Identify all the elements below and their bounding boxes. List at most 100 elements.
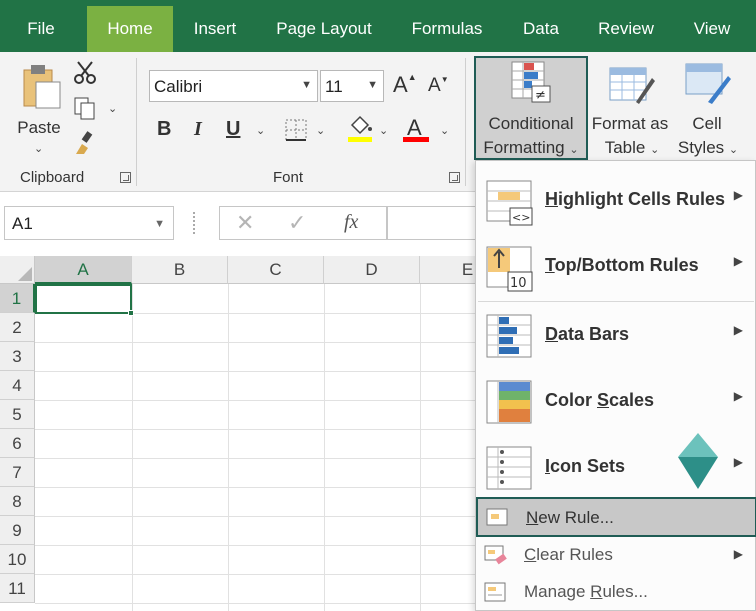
- tab-page-layout[interactable]: Page Layout: [262, 6, 386, 52]
- row-header-8[interactable]: 8: [0, 487, 35, 516]
- menu-item-label: Icon Sets: [545, 456, 626, 476]
- formula-bar-grip[interactable]: [193, 212, 197, 234]
- menu-separator: [478, 301, 754, 302]
- fill-handle[interactable]: [128, 310, 134, 316]
- underline-button[interactable]: U: [226, 118, 240, 141]
- font-size-combo[interactable]: 11 ▼: [320, 70, 384, 102]
- submenu-arrow-icon: ▶: [733, 254, 743, 268]
- tab-data[interactable]: Data: [510, 6, 572, 52]
- clear-rules-icon: [484, 545, 507, 565]
- row-header-5[interactable]: 5: [0, 400, 35, 429]
- cell-styles-icon: [685, 63, 731, 104]
- italic-button[interactable]: I: [194, 118, 202, 141]
- grow-font-label: A: [393, 72, 408, 97]
- tab-home[interactable]: Home: [87, 6, 173, 52]
- copy-icon[interactable]: [72, 95, 98, 121]
- menu-item-data-bars[interactable]: Data Bars ▶: [476, 303, 756, 369]
- menu-item-label: Clear Rules: [524, 545, 613, 564]
- submenu-arrow-icon: ▶: [733, 547, 743, 561]
- close-icon[interactable]: ✕: [236, 210, 254, 236]
- menu-item-label: Top/Bottom Rules: [545, 255, 699, 275]
- submenu-arrow-icon: ▶: [733, 188, 743, 202]
- icon-sets-icon: [486, 446, 532, 490]
- menu-item-top-bottom-rules[interactable]: 10 Top/Bottom Rules ▶: [476, 234, 756, 300]
- tab-review[interactable]: Review: [586, 6, 666, 52]
- insert-function-button[interactable]: fx: [344, 211, 358, 234]
- submenu-arrow-icon: ▶: [733, 455, 743, 469]
- underline-chevron-icon[interactable]: ⌄: [256, 124, 265, 137]
- clipboard-paste-icon: [23, 65, 61, 109]
- menu-item-new-rule[interactable]: New Rule...: [476, 497, 756, 537]
- menu-item-label: Color Scales: [545, 390, 655, 410]
- tab-file[interactable]: File: [0, 6, 82, 52]
- column-header-a[interactable]: A: [35, 256, 132, 284]
- row-header-3[interactable]: 3: [0, 342, 35, 371]
- fill-color-chevron-icon[interactable]: ⌄: [379, 124, 388, 137]
- formula-buttons: ✕ ✓ fx: [219, 206, 387, 240]
- row-header-10[interactable]: 10: [0, 545, 35, 574]
- shrink-font-label: A: [428, 75, 441, 96]
- row-header-7[interactable]: 7: [0, 458, 35, 487]
- row-header-1[interactable]: 1: [0, 284, 35, 313]
- tab-view[interactable]: View: [680, 6, 744, 52]
- row-header-11[interactable]: 11: [0, 574, 35, 603]
- select-all-button[interactable]: [0, 256, 35, 284]
- gridline: [228, 284, 229, 611]
- row-header-6[interactable]: 6: [0, 429, 35, 458]
- gridline: [420, 284, 421, 611]
- menu-item-manage-rules[interactable]: Manage Rules...: [476, 573, 756, 611]
- gridline: [132, 284, 133, 611]
- chevron-down-icon: ⌄: [34, 143, 44, 155]
- font-group-label: Font: [273, 169, 304, 186]
- font-dialog-launcher-icon[interactable]: [449, 172, 460, 183]
- column-header-b[interactable]: B: [132, 256, 228, 284]
- tab-insert[interactable]: Insert: [178, 6, 252, 52]
- group-separator: [465, 58, 466, 186]
- manage-rules-icon: [484, 582, 506, 602]
- row-header-2[interactable]: 2: [0, 313, 35, 342]
- clipboard-group-label: Clipboard: [20, 169, 85, 186]
- menu-item-highlight-cells-rules[interactable]: <> Highlight Cells Rules ▶: [476, 168, 756, 234]
- cell-styles-label-2: Styles: [677, 138, 725, 157]
- grow-font-button[interactable]: A▲: [393, 72, 417, 98]
- font-name-combo[interactable]: Calibri ▼: [149, 70, 318, 102]
- column-header-d[interactable]: D: [324, 256, 420, 284]
- menu-item-color-scales[interactable]: Color Scales ▶: [476, 369, 756, 435]
- font-size-value: 11: [325, 77, 343, 96]
- fill-color-icon[interactable]: [346, 115, 374, 145]
- font-color-swatch: [403, 137, 429, 142]
- paste-button[interactable]: Paste ⌄: [10, 58, 68, 158]
- cell-styles-button[interactable]: Styles ⌄: [674, 136, 742, 160]
- shrink-font-button[interactable]: A▼: [428, 75, 449, 97]
- font-color-chevron-icon[interactable]: ⌄: [440, 124, 449, 137]
- check-icon[interactable]: ✓: [288, 210, 306, 236]
- column-header-c[interactable]: C: [228, 256, 324, 284]
- formula-input[interactable]: [387, 206, 487, 240]
- conditional-formatting-label-1: Conditional: [488, 114, 574, 133]
- format-as-table-label-1: Format as: [591, 114, 669, 133]
- pointer-down-arrow-icon: [678, 433, 718, 489]
- format-as-table-button[interactable]: Table ⌄: [590, 136, 674, 160]
- chevron-down-icon: ▼: [367, 79, 378, 91]
- menu-item-label: Data Bars: [545, 324, 630, 344]
- chevron-down-icon: ⌄: [728, 144, 739, 156]
- conditional-formatting-button[interactable]: ≠ Conditional Formatting ⌄: [474, 56, 588, 160]
- menu-item-label: Highlight Cells Rules: [545, 189, 726, 209]
- clipboard-dialog-launcher-icon[interactable]: [120, 172, 131, 183]
- name-box[interactable]: A1 ▼: [4, 206, 174, 240]
- chevron-down-icon: ⌄: [650, 144, 660, 156]
- group-separator: [136, 58, 137, 186]
- borders-chevron-icon[interactable]: ⌄: [316, 124, 325, 137]
- cut-icon[interactable]: [72, 60, 98, 86]
- format-painter-icon[interactable]: [72, 130, 98, 156]
- bold-button[interactable]: B: [157, 118, 171, 141]
- copy-dropdown-chevron-icon[interactable]: ⌄: [108, 102, 117, 115]
- conditional-formatting-label-2: Formatting: [483, 138, 565, 157]
- font-color-button[interactable]: A: [403, 115, 431, 145]
- selected-cell-a1[interactable]: [35, 284, 134, 316]
- menu-item-clear-rules[interactable]: Clear Rules ▶: [476, 536, 756, 574]
- row-header-9[interactable]: 9: [0, 516, 35, 545]
- row-header-4[interactable]: 4: [0, 371, 35, 400]
- borders-icon[interactable]: [285, 119, 307, 141]
- tab-formulas[interactable]: Formulas: [396, 6, 498, 52]
